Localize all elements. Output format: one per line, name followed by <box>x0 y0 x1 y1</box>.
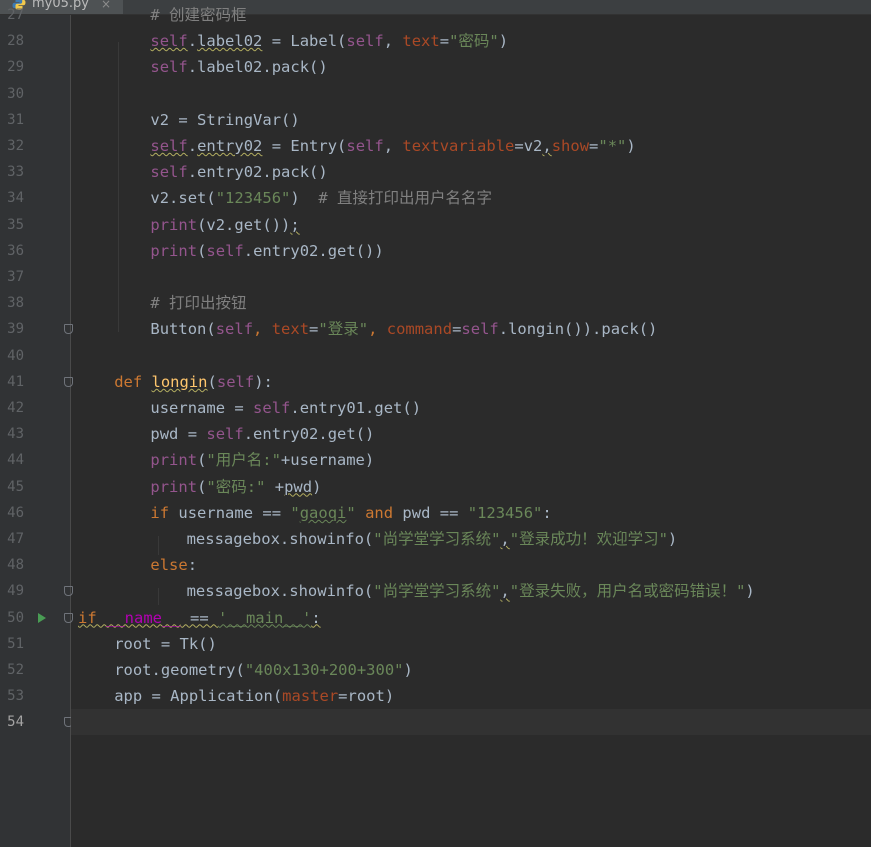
line-number: 33 <box>7 164 24 181</box>
code-line[interactable]: 50 if __name__ == '__main__': <box>0 605 871 631</box>
code-text: v2 = StringVar() <box>150 110 300 129</box>
code-text: # 打印出按钮 <box>150 294 247 313</box>
code-line[interactable]: 44 print("用户名:"+username) <box>0 447 871 473</box>
code-text: self.entry02 = Entry(self, textvariable=… <box>150 137 636 155</box>
code-text: v2.set("123456") # 直接打印出用户名名字 <box>150 189 493 208</box>
code-text: self.entry02.pack() <box>150 163 328 182</box>
code-line[interactable]: 32 self.entry02 = Entry(self, textvariabl… <box>0 133 871 159</box>
line-number: 39 <box>7 321 24 338</box>
code-text: print("密码:" +pwd) <box>150 477 322 496</box>
code-line[interactable]: 52 root.geometry("400x130+200+300") <box>0 657 871 683</box>
code-text: self.label02 = Label(self, text="密码") <box>150 32 509 51</box>
line-number: 52 <box>7 662 24 678</box>
code-line[interactable]: 47 messagebox.showinfo("尚学堂学习系统","登录成功！欢迎… <box>0 526 871 552</box>
line-number: 53 <box>7 688 24 705</box>
code-text: app = Application(master=root) <box>114 687 395 706</box>
code-line[interactable]: 33 self.entry02.pack() <box>0 159 871 185</box>
code-text: print(v2.get()); <box>150 215 300 234</box>
indent-guide <box>158 588 159 605</box>
line-number: 46 <box>7 504 24 521</box>
line-number: 45 <box>7 478 24 495</box>
line-number: 47 <box>7 531 24 547</box>
line-number: 40 <box>7 347 24 364</box>
line-number: 32 <box>7 138 24 154</box>
current-line-highlight <box>71 709 871 736</box>
line-number: 27 <box>7 7 24 23</box>
fold-marker-icon[interactable] <box>64 324 73 335</box>
code-line[interactable]: 45 print("密码:" +pwd) <box>0 474 871 500</box>
code-line[interactable]: 28 self.label02 = Label(self, text="密码") <box>0 28 871 54</box>
code-text: Button(self, text="登录", command=self.lon… <box>150 320 658 339</box>
code-line[interactable]: 37 <box>0 264 871 290</box>
code-text: print(self.entry02.get()) <box>150 241 384 260</box>
code-text: root.geometry("400x130+200+300") <box>114 661 413 679</box>
fold-marker-icon[interactable] <box>64 612 73 623</box>
code-text: print("用户名:"+username) <box>150 451 375 470</box>
line-number: 30 <box>7 85 24 102</box>
code-line[interactable]: 31 v2 = StringVar() <box>0 107 871 133</box>
code-line[interactable]: 42 username = self.entry01.get() <box>0 395 871 421</box>
line-number: 51 <box>7 635 24 652</box>
line-number: 29 <box>7 59 24 76</box>
line-number: 49 <box>7 583 24 600</box>
code-text: username = self.entry01.get() <box>150 399 422 417</box>
code-text: pwd = self.entry02.get() <box>150 425 375 444</box>
code-line[interactable]: 39 Button(self, text="登录", command=self.l… <box>0 316 871 342</box>
line-number: 37 <box>7 269 24 285</box>
code-line[interactable]: 53 app = Application(master=root) <box>0 683 871 709</box>
code-text: def longin(self): <box>114 372 273 391</box>
code-text: else: <box>150 556 198 575</box>
code-text: messagebox.showinfo("尚学堂学习系统","登录失败，用户名或… <box>186 582 755 601</box>
code-line[interactable]: 29 self.label02.pack() <box>0 54 871 80</box>
code-line[interactable]: 35 print(v2.get()); <box>0 212 871 238</box>
line-number: 43 <box>7 426 24 443</box>
line-number: 48 <box>7 557 24 574</box>
fold-marker-icon[interactable] <box>64 376 73 387</box>
line-number: 34 <box>7 190 24 207</box>
line-number: 50 <box>7 609 24 626</box>
code-line[interactable]: 51 root = Tk() <box>0 631 871 657</box>
line-number: 54 <box>7 714 24 731</box>
code-text: self.label02.pack() <box>150 58 328 77</box>
code-line[interactable]: 40 <box>0 343 871 369</box>
code-line[interactable]: 34 v2.set("123456") # 直接打印出用户名名字 <box>0 185 871 211</box>
code-line[interactable]: 30 <box>0 81 871 107</box>
line-number: 36 <box>7 242 24 259</box>
code-text: root = Tk() <box>114 634 217 653</box>
run-gutter-icon[interactable] <box>38 612 46 623</box>
code-text: if username == "gaoqi" and pwd == "12345… <box>150 503 552 522</box>
code-line[interactable]: 46 if username == "gaoqi" and pwd == "123… <box>0 500 871 526</box>
indent-guide <box>158 536 159 555</box>
code-line[interactable]: 38 # 打印出按钮 <box>0 290 871 316</box>
code-line[interactable]: 36 print(self.entry02.get()) <box>0 238 871 264</box>
indent-guide <box>118 42 119 332</box>
code-text: # 创建密码框 <box>150 6 247 24</box>
line-number: 42 <box>7 400 24 416</box>
line-number: 31 <box>7 111 24 128</box>
code-line[interactable]: 27 # 创建密码框 <box>0 2 871 28</box>
code-text: if __name__ == '__main__': <box>78 608 321 627</box>
line-number: 41 <box>7 373 24 390</box>
code-line[interactable]: 49 messagebox.showinfo("尚学堂学习系统","登录失败，用户… <box>0 578 871 604</box>
line-number: 28 <box>7 33 24 50</box>
line-number: 38 <box>7 295 24 312</box>
code-line[interactable]: 48 else: <box>0 552 871 578</box>
line-number: 44 <box>7 452 24 469</box>
fold-marker-icon[interactable] <box>64 586 73 597</box>
line-number: 35 <box>7 216 24 233</box>
code-text: messagebox.showinfo("尚学堂学习系统","登录成功！欢迎学习… <box>186 530 678 548</box>
code-line[interactable]: 43 pwd = self.entry02.get() <box>0 421 871 447</box>
code-line[interactable]: 41 def longin(self): <box>0 369 871 395</box>
